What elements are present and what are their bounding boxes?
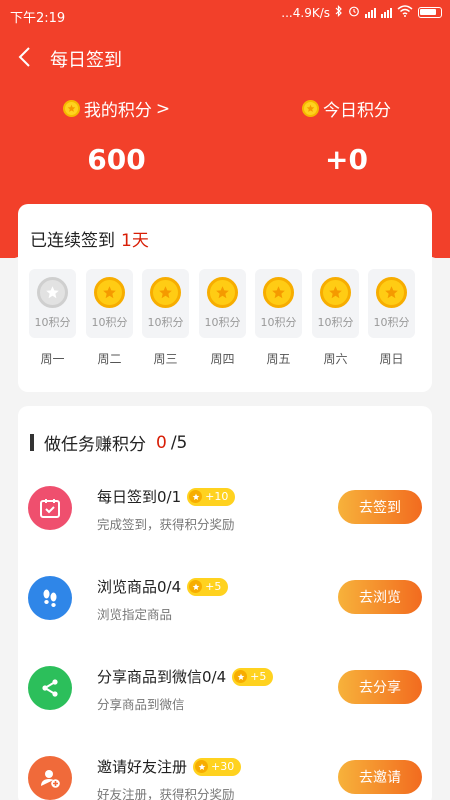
heading-bar	[30, 434, 34, 451]
bluetooth-icon	[335, 5, 343, 20]
top-bar: 每日签到	[0, 40, 450, 76]
tasks-heading: 做任务赚积分 0 /5	[30, 430, 187, 455]
task-desc: 分享商品到微信	[97, 697, 185, 712]
reward-badge: +30	[193, 757, 242, 776]
day-weekday: 周三	[153, 352, 178, 366]
reward-value: +5	[250, 670, 267, 683]
today-points-value: +0	[325, 143, 368, 176]
day-weekday: 周一	[40, 352, 65, 366]
coin-icon	[376, 277, 407, 308]
streak-text: 已连续签到 1天	[30, 226, 149, 251]
coin-unchecked-icon	[37, 277, 68, 308]
task-name: 邀请好友注册	[97, 758, 188, 776]
network-speed: ...4.9K/s	[281, 5, 330, 20]
reward-value: +5	[205, 580, 222, 593]
status-bar: 下午2:19 ...4.9K/s	[0, 0, 450, 28]
coin-icon	[302, 100, 319, 117]
day-weekday: 周二	[97, 352, 122, 366]
go-signin-button[interactable]: 去签到	[338, 490, 422, 524]
back-button[interactable]	[14, 44, 38, 70]
task-name: 每日签到0/1	[97, 488, 182, 506]
user-add-icon	[28, 756, 72, 800]
day-item: 10积分 周一	[29, 269, 76, 367]
share-icon	[28, 666, 72, 710]
tasks-total-count: /5	[170, 432, 188, 453]
coin-icon	[189, 490, 203, 503]
reward-badge: +5	[187, 577, 229, 596]
reward-value: +30	[211, 760, 235, 773]
day-item: 10积分 周日	[368, 269, 415, 367]
task-desc: 完成签到，获得积分奖励	[97, 517, 235, 532]
day-item: 10积分 周三	[142, 269, 189, 367]
my-points-label: 我的积分	[83, 101, 152, 121]
day-points: 10积分	[91, 316, 128, 329]
reward-value: +10	[205, 490, 229, 503]
day-weekday: 周六	[323, 352, 348, 366]
coin-icon	[320, 277, 351, 308]
day-points: 10积分	[34, 316, 71, 329]
today-points-label: 今日积分	[323, 101, 391, 121]
day-points: 10积分	[204, 316, 241, 329]
coin-icon	[62, 100, 80, 117]
coin-icon	[195, 760, 209, 773]
wifi-icon	[397, 5, 413, 20]
signal-icon	[365, 7, 376, 18]
go-browse-button[interactable]: 去浏览	[338, 580, 422, 614]
page-title: 每日签到	[50, 50, 122, 71]
tasks-title: 做任务赚积分	[44, 435, 146, 455]
day-weekday: 周日	[379, 352, 404, 366]
day-points: 10积分	[147, 316, 184, 329]
day-item: 10积分 周六	[312, 269, 359, 367]
signin-card: 已连续签到 1天 10积分 周一 10积分 周二 10积分 周三 10积分 周四…	[18, 204, 432, 392]
reward-badge: +10	[187, 487, 236, 506]
task-item: 分享商品到微信0/4 +5 分享商品到微信 去分享	[18, 666, 432, 726]
day-weekday: 周四	[210, 352, 235, 366]
tasks-card: 做任务赚积分 0 /5 每日签到0/1 +10 完成签到，获得积分奖励 去签到 …	[18, 406, 432, 800]
tasks-done-count: 0	[156, 432, 167, 453]
task-item: 每日签到0/1 +10 完成签到，获得积分奖励 去签到	[18, 486, 432, 546]
task-name: 浏览商品0/4	[97, 578, 182, 596]
coin-icon	[234, 670, 248, 683]
status-time: 下午2:19	[10, 11, 66, 26]
task-item: 邀请好友注册 +30 好友注册，获得积分奖励 去邀请	[18, 756, 432, 800]
day-points: 10积分	[373, 316, 410, 329]
chevron-left-icon	[18, 47, 30, 67]
coin-icon	[150, 277, 181, 308]
signal-icon-2	[381, 7, 392, 18]
day-points: 10积分	[260, 316, 297, 329]
coin-icon	[94, 277, 125, 308]
footprints-icon	[28, 576, 72, 620]
my-points[interactable]: 我的积分 > 600	[4, 96, 229, 176]
day-item: 10积分 周四	[199, 269, 246, 367]
my-points-value: 600	[87, 143, 146, 176]
alarm-icon	[348, 5, 360, 20]
go-share-button[interactable]: 去分享	[338, 670, 422, 704]
status-icons: ...4.9K/s	[281, 5, 442, 20]
task-name: 分享商品到微信0/4	[97, 668, 227, 686]
coin-icon	[207, 277, 238, 308]
day-item: 10积分 周五	[255, 269, 302, 367]
go-invite-button[interactable]: 去邀请	[338, 760, 422, 794]
day-item: 10积分 周二	[86, 269, 133, 367]
streak-label: 已连续签到	[30, 231, 115, 251]
coin-icon	[263, 277, 294, 308]
today-points: 今日积分 +0	[234, 96, 450, 176]
task-item: 浏览商品0/4 +5 浏览指定商品 去浏览	[18, 576, 432, 636]
streak-days: 1天	[121, 231, 149, 251]
day-weekday: 周五	[266, 352, 291, 366]
battery-icon	[418, 7, 442, 18]
chevron-right-icon: >	[155, 98, 171, 119]
task-desc: 浏览指定商品	[97, 607, 173, 622]
reward-badge: +5	[232, 667, 274, 686]
coin-icon	[189, 580, 203, 593]
calendar-check-icon	[28, 486, 72, 530]
task-desc: 好友注册，获得积分奖励	[97, 787, 235, 800]
day-points: 10积分	[317, 316, 354, 329]
